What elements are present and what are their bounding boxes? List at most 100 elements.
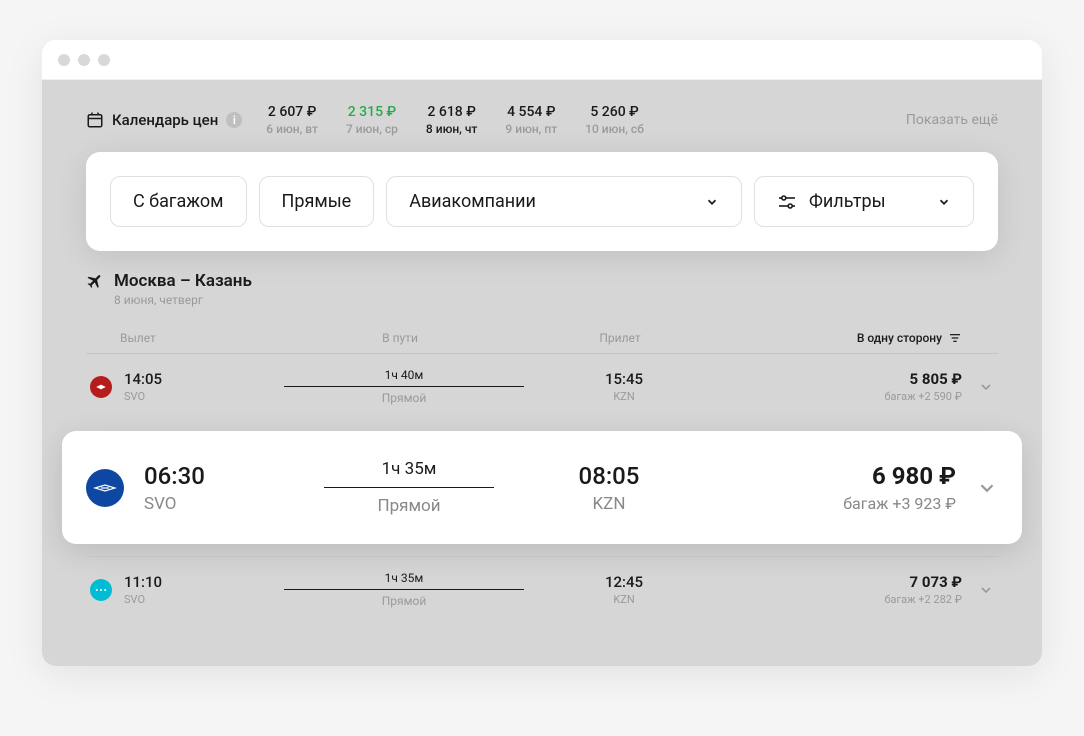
departure-code: SVO — [124, 390, 244, 403]
titlebar — [42, 40, 1042, 80]
airlines-filter-button[interactable]: Авиакомпании — [386, 176, 742, 227]
sort-button[interactable]: В одну сторону — [680, 331, 962, 345]
filters-card: С багажом Прямые Авиакомпании Фильтры — [86, 152, 998, 251]
flight-row[interactable]: 14:05 SVO 1ч 40м Прямой 15:45 KZN 5 805 … — [86, 353, 998, 419]
flight-line — [324, 487, 494, 488]
arrival-time: 12:45 — [564, 573, 684, 591]
content-area: Календарь цен i 2 607 ₽ 6 июн, вт 2 315 … — [42, 80, 1042, 666]
route-date: 8 июня, четверг — [114, 293, 998, 307]
calendar-label-text: Календарь цен — [112, 111, 218, 129]
airline-logo-aeroflot — [86, 469, 124, 507]
minimize-window-icon[interactable] — [78, 54, 90, 66]
departure-time: 11:10 — [124, 573, 244, 591]
flight-duration: 1ч 40м — [244, 368, 564, 382]
departure-block: 06:30 SVO — [144, 462, 274, 514]
sort-icon — [948, 333, 962, 343]
departure-code: SVO — [124, 593, 244, 606]
baggage-filter-label: С багажом — [133, 191, 224, 212]
arrival-code: KZN — [564, 593, 684, 606]
price-block: 6 980 ₽ багаж +3 923 ₽ — [674, 462, 956, 513]
price-day-date: 9 июн, пт — [505, 122, 557, 136]
departure-time: 14:05 — [124, 370, 244, 388]
show-more-link[interactable]: Показать ещё — [906, 112, 998, 128]
direct-filter-button[interactable]: Прямые — [259, 176, 375, 227]
flight-path: 1ч 35м Прямой — [244, 571, 564, 608]
price-day[interactable]: 4 554 ₽ 9 июн, пт — [505, 104, 557, 136]
plane-icon — [86, 272, 104, 290]
flight-path: 1ч 40м Прямой — [244, 368, 564, 405]
flight-price: 7 073 ₽ — [684, 573, 962, 591]
column-path-label: В пути — [240, 331, 560, 345]
flight-type: Прямой — [244, 594, 564, 608]
price-day-price: 2 607 ₽ — [266, 104, 318, 120]
price-day-date: 6 июн, вт — [266, 122, 318, 136]
flights-list: 14:05 SVO 1ч 40м Прямой 15:45 KZN 5 805 … — [86, 353, 998, 622]
arrival-time: 08:05 — [544, 462, 674, 490]
flight-line — [284, 386, 524, 387]
price-days: 2 607 ₽ 6 июн, вт 2 315 ₽ 7 июн, ср 2 61… — [266, 104, 882, 136]
price-day[interactable]: 2 618 ₽ 8 июн, чт — [426, 104, 478, 136]
flight-baggage: багаж +2 590 ₽ — [684, 390, 962, 403]
flight-line — [284, 589, 524, 590]
price-day[interactable]: 2 607 ₽ 6 июн, вт — [266, 104, 318, 136]
arrival-block: 15:45 KZN — [564, 370, 684, 403]
flight-row[interactable]: 11:10 SVO 1ч 35м Прямой 12:45 KZN 7 073 … — [86, 556, 998, 622]
flight-baggage: багаж +2 282 ₽ — [684, 593, 962, 606]
filters-label: Фильтры — [809, 191, 886, 212]
price-day-price: 2 315 ₽ — [346, 104, 398, 120]
maximize-window-icon[interactable] — [98, 54, 110, 66]
route-header: Москва – Казань 8 июня, четверг — [86, 271, 998, 307]
flight-path: 1ч 35м Прямой — [274, 459, 544, 516]
sort-label: В одну сторону — [857, 331, 942, 345]
price-day-price: 5 260 ₽ — [585, 104, 644, 120]
arrival-block: 08:05 KZN — [544, 462, 674, 514]
price-day[interactable]: 2 315 ₽ 7 июн, ср — [346, 104, 398, 136]
price-block: 7 073 ₽ багаж +2 282 ₽ — [684, 573, 962, 606]
price-day-date: 10 июн, сб — [585, 122, 644, 136]
baggage-filter-button[interactable]: С багажом — [110, 176, 247, 227]
price-day-price: 4 554 ₽ — [505, 104, 557, 120]
flight-duration: 1ч 35м — [274, 459, 544, 479]
route-title-text: Москва – Казань — [114, 271, 252, 291]
columns-header: Вылет В пути Прилет В одну сторону — [86, 331, 998, 353]
chevron-down-icon — [705, 195, 719, 209]
calendar-label[interactable]: Календарь цен i — [86, 111, 242, 129]
column-arrive-label: Прилет — [560, 331, 680, 345]
arrival-code: KZN — [564, 390, 684, 403]
flight-price: 5 805 ₽ — [684, 370, 962, 388]
arrival-block: 12:45 KZN — [564, 573, 684, 606]
price-day-date: 7 июн, ср — [346, 122, 398, 136]
airline-logo-pobeda — [90, 579, 112, 601]
departure-block: 11:10 SVO — [124, 573, 244, 606]
price-day[interactable]: 5 260 ₽ 10 июн, сб — [585, 104, 644, 136]
chevron-down-icon[interactable] — [978, 582, 994, 598]
price-day-price: 2 618 ₽ — [426, 104, 478, 120]
price-day-date: 8 июн, чт — [426, 122, 478, 136]
route-title: Москва – Казань — [86, 271, 998, 291]
flight-type: Прямой — [274, 496, 544, 516]
price-calendar-row: Календарь цен i 2 607 ₽ 6 июн, вт 2 315 … — [86, 104, 998, 152]
info-icon[interactable]: i — [226, 112, 242, 128]
arrival-time: 15:45 — [564, 370, 684, 388]
arrival-code: KZN — [544, 494, 674, 514]
flight-price: 6 980 ₽ — [674, 462, 956, 490]
departure-time: 06:30 — [144, 462, 274, 490]
chevron-down-icon[interactable] — [976, 477, 998, 499]
close-window-icon[interactable] — [58, 54, 70, 66]
flight-card-highlighted[interactable]: 06:30 SVO 1ч 35м Прямой 08:05 KZN 6 980 … — [62, 431, 1022, 544]
app-window: Календарь цен i 2 607 ₽ 6 июн, вт 2 315 … — [42, 40, 1042, 666]
filters-button[interactable]: Фильтры — [754, 176, 974, 227]
departure-code: SVO — [144, 494, 274, 514]
airlines-filter-label: Авиакомпании — [409, 191, 536, 212]
traffic-lights — [58, 54, 110, 66]
price-block: 5 805 ₽ багаж +2 590 ₽ — [684, 370, 962, 403]
column-depart-label: Вылет — [120, 331, 240, 345]
chevron-down-icon[interactable] — [978, 379, 994, 395]
sliders-icon — [777, 194, 797, 210]
chevron-down-icon — [937, 195, 951, 209]
flight-type: Прямой — [244, 391, 564, 405]
calendar-icon — [86, 111, 104, 129]
flight-duration: 1ч 35м — [244, 571, 564, 585]
departure-block: 14:05 SVO — [124, 370, 244, 403]
airline-logo-nordwind — [90, 376, 112, 398]
